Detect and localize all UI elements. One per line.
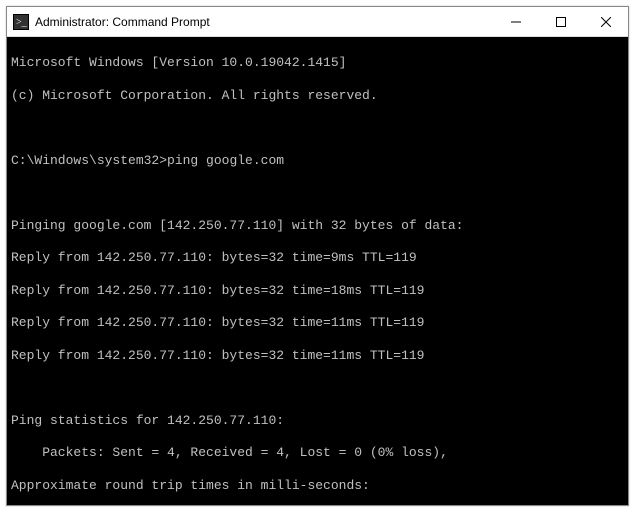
pinging-line: Pinging google.com [142.250.77.110] with… [11,218,624,234]
version-line: Microsoft Windows [Version 10.0.19042.14… [11,55,624,71]
window-title: Administrator: Command Prompt [35,15,210,29]
command-prompt-window: >_ Administrator: Command Prompt Microso… [6,6,629,506]
prompt-path: C:\Windows\system32> [11,153,167,168]
reply-line: Reply from 142.250.77.110: bytes=32 time… [11,283,624,299]
blank-line [11,380,624,396]
blank-line [11,120,624,136]
blank-line [11,185,624,201]
maximize-button[interactable] [538,7,583,36]
minimize-button[interactable] [493,7,538,36]
command-prompt-icon: >_ [13,14,29,30]
stats-header: Ping statistics for 142.250.77.110: [11,413,624,429]
reply-line: Reply from 142.250.77.110: bytes=32 time… [11,348,624,364]
svg-text:>_: >_ [16,17,28,28]
close-button[interactable] [583,7,628,36]
titlebar[interactable]: >_ Administrator: Command Prompt [7,7,628,37]
prompt-command: ping google.com [167,153,284,168]
reply-line: Reply from 142.250.77.110: bytes=32 time… [11,315,624,331]
prompt-line-1: C:\Windows\system32>ping google.com [11,153,624,169]
window-controls [493,7,628,36]
terminal-output[interactable]: Microsoft Windows [Version 10.0.19042.14… [7,37,628,505]
stats-rtt-header: Approximate round trip times in milli-se… [11,478,624,494]
reply-line: Reply from 142.250.77.110: bytes=32 time… [11,250,624,266]
copyright-line: (c) Microsoft Corporation. All rights re… [11,88,624,104]
stats-packets: Packets: Sent = 4, Received = 4, Lost = … [11,445,624,461]
titlebar-left: >_ Administrator: Command Prompt [7,14,493,30]
